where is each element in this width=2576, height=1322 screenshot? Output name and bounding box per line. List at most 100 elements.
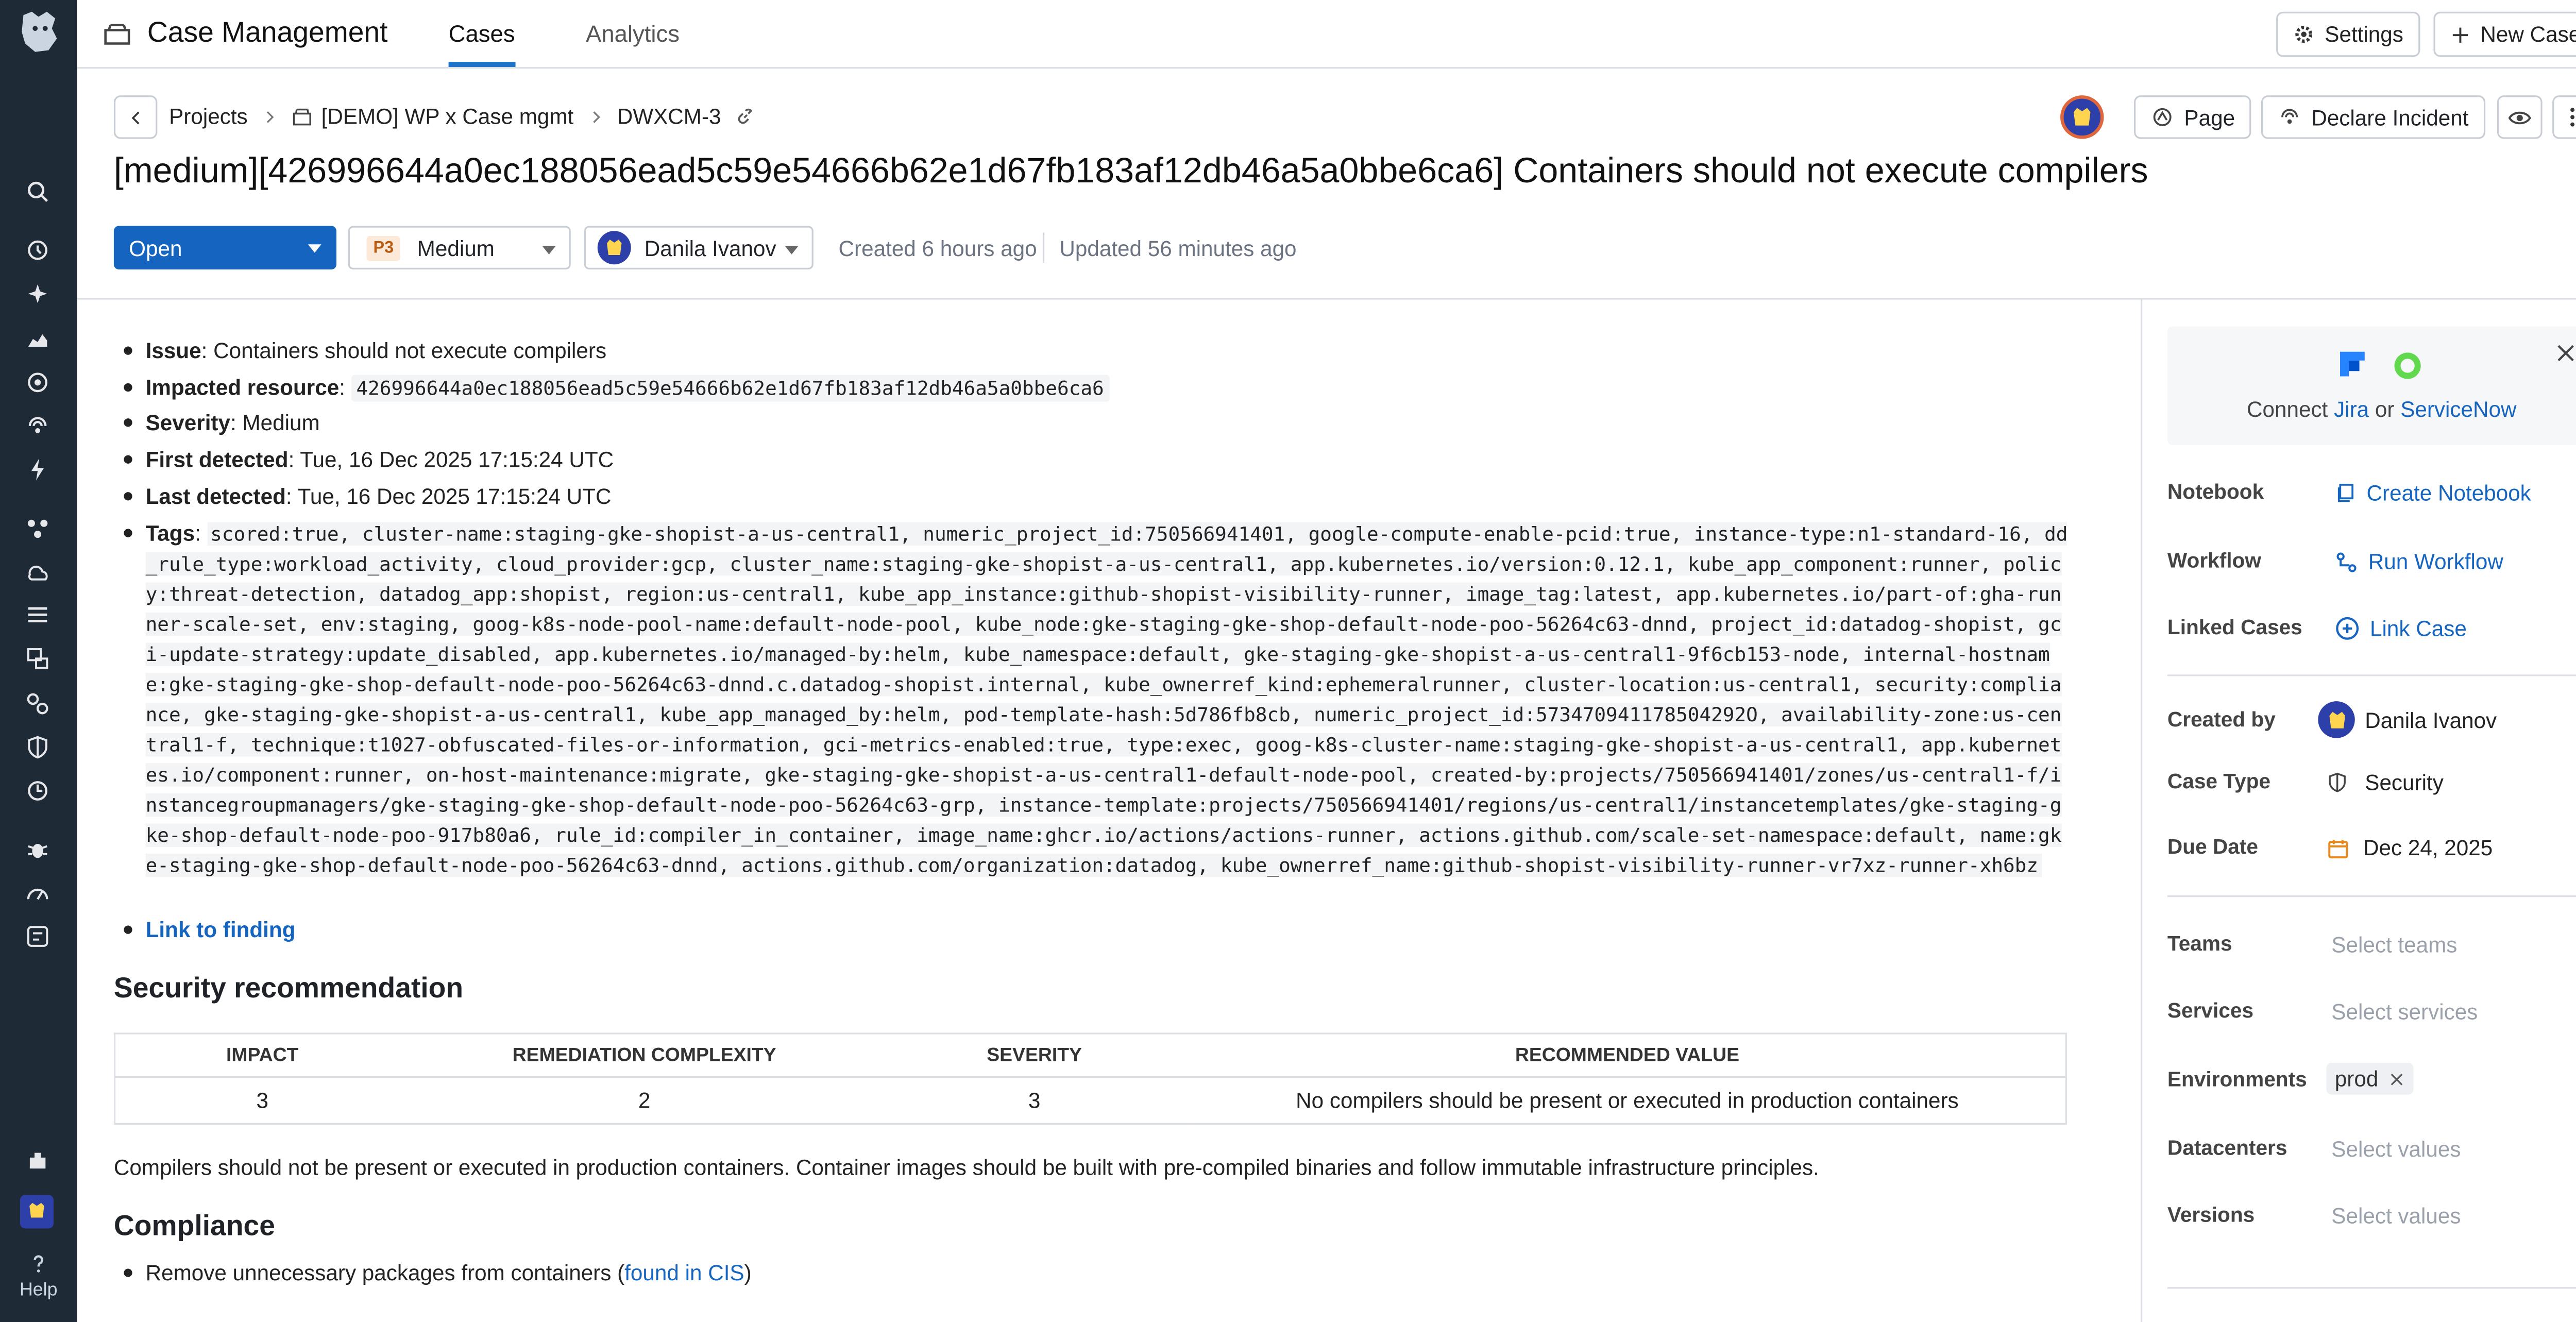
digital-experience-icon[interactable]	[22, 642, 52, 672]
servicenow-link[interactable]: ServiceNow	[2400, 397, 2516, 422]
user-avatar[interactable]	[20, 1195, 54, 1229]
sparkle-icon[interactable]	[22, 278, 52, 308]
link-case-button[interactable]: Link Case	[2335, 616, 2467, 641]
bolt-icon[interactable]	[22, 453, 52, 483]
compliance-close: )	[744, 1260, 752, 1285]
versions-label: Versions	[2167, 1203, 2255, 1227]
table-row: 3 2 3 No compilers should be present or …	[115, 1077, 2066, 1124]
chevron-down-icon	[785, 246, 799, 255]
divider	[1042, 232, 1045, 263]
due-date-value[interactable]: Dec 24, 2025	[2327, 835, 2493, 860]
bullet	[124, 1268, 132, 1277]
chevron-left-icon	[130, 110, 139, 124]
chevron-right-icon	[266, 110, 274, 123]
search-icon[interactable]	[22, 176, 52, 206]
assignee-avatar-header[interactable]	[2060, 95, 2104, 139]
eye-icon	[2508, 111, 2531, 124]
table-cell: 3	[1028, 1088, 1041, 1113]
resource-label: Impacted resource	[145, 375, 340, 400]
infrastructure-icon[interactable]	[22, 512, 52, 542]
help-label: Help	[19, 1280, 58, 1301]
priority-select[interactable]: P3 Medium	[348, 226, 571, 270]
datadog-logo[interactable]	[13, 5, 63, 55]
notebook-label: Notebook	[2167, 480, 2264, 504]
apm-icon[interactable]	[22, 556, 52, 586]
new-case-label: New Case	[2480, 22, 2576, 47]
page-label: Page	[2184, 105, 2235, 130]
chevron-down-icon	[308, 244, 321, 253]
jira-link[interactable]: Jira	[2334, 397, 2369, 422]
incident-icon	[2281, 109, 2298, 124]
history-icon[interactable]	[22, 234, 52, 264]
remove-icon[interactable]	[2388, 1070, 2405, 1087]
page-button[interactable]: Page	[2133, 95, 2252, 139]
breadcrumb-project[interactable]: [DEMO] WP x Case mgmt	[291, 104, 573, 129]
workflow-icon	[2336, 551, 2357, 571]
cis-link[interactable]: found in CIS	[624, 1260, 744, 1285]
app-title: Case Management	[147, 16, 388, 49]
help-button[interactable]: Help	[0, 1252, 77, 1300]
due-date-text: Dec 24, 2025	[2363, 835, 2493, 860]
performance-icon[interactable]	[22, 877, 52, 907]
link-to-finding[interactable]: Link to finding	[146, 917, 296, 942]
first-detected-label: First detected	[145, 447, 289, 472]
case-management-icon	[104, 24, 130, 45]
issue-line: Issue: Containers should not execute com…	[145, 338, 607, 363]
watch-button[interactable]	[2497, 95, 2543, 139]
status-select[interactable]: Open	[113, 226, 336, 270]
rum-icon[interactable]	[22, 775, 52, 805]
compliance-heading: Compliance	[113, 1210, 275, 1242]
link-icon[interactable]	[735, 106, 756, 127]
logs-icon[interactable]	[22, 599, 52, 629]
compliance-item: Remove unnecessary packages from contain…	[146, 1260, 752, 1285]
severity-value: Medium	[242, 410, 320, 435]
assignee-select[interactable]: Danila Ivanov	[584, 226, 814, 270]
run-workflow-button[interactable]: Run Workflow	[2335, 549, 2503, 574]
teams-select[interactable]: Select teams	[2331, 932, 2457, 957]
monitors-icon[interactable]	[22, 366, 52, 396]
close-icon[interactable]	[2554, 342, 2576, 365]
page-title: [medium][426996644a0ec188056ead5c59e5466…	[113, 152, 2148, 191]
create-notebook-button[interactable]: Create Notebook	[2335, 480, 2531, 505]
resource-value: 426996644a0ec188056ead5c59e54666b62e1d67…	[351, 375, 1109, 402]
environments-select[interactable]: prod	[2326, 1062, 2414, 1095]
dashboards-icon[interactable]	[22, 323, 52, 353]
tags-value: scored:true, cluster-name:staging-gke-sh…	[145, 522, 2068, 877]
divider	[2167, 674, 2576, 676]
page-icon	[2153, 108, 2172, 126]
chevron-right-icon	[592, 110, 600, 123]
tab-cases[interactable]: Cases	[448, 20, 515, 67]
security-icon[interactable]	[22, 410, 52, 440]
security-shield-icon[interactable]	[22, 732, 52, 761]
column-header: IMPACT	[114, 1033, 410, 1078]
workflow-icon[interactable]	[22, 921, 52, 951]
declare-incident-button[interactable]: Declare Incident	[2261, 95, 2486, 139]
bullet	[124, 346, 132, 355]
bullet	[124, 455, 132, 464]
settings-button[interactable]: Settings	[2276, 11, 2420, 57]
creator-avatar	[2318, 701, 2355, 738]
back-button[interactable]	[113, 95, 158, 139]
resource-line: Impacted resource: 426996644a0ec188056ea…	[145, 375, 1109, 402]
tab-analytics[interactable]: Analytics	[586, 20, 680, 47]
more-options-button[interactable]	[2552, 95, 2576, 139]
more-vertical-icon	[2570, 108, 2575, 127]
settings-label: Settings	[2325, 22, 2403, 47]
integrations-icon[interactable]	[22, 688, 52, 718]
extensions-icon[interactable]	[22, 1145, 52, 1175]
breadcrumb-projects[interactable]: Projects	[169, 104, 248, 129]
datacenters-select[interactable]: Select values	[2331, 1137, 2461, 1162]
plus-icon	[2452, 26, 2468, 42]
versions-select[interactable]: Select values	[2331, 1204, 2461, 1229]
top-bar: Case Management Cases Analytics Settings…	[77, 0, 2576, 69]
env-chip: prod	[2326, 1062, 2414, 1095]
creator-name: Danila Ivanov	[2365, 707, 2497, 733]
recommendation-table: IMPACT REMEDIATION COMPLEXITY SEVERITY R…	[113, 1032, 2067, 1125]
create-notebook-label: Create Notebook	[2366, 480, 2531, 506]
bullet	[124, 529, 132, 537]
services-select[interactable]: Select services	[2331, 999, 2478, 1024]
new-case-button[interactable]: New Case	[2433, 11, 2576, 57]
linked-cases-label: Linked Cases	[2167, 616, 2302, 639]
bug-icon[interactable]	[22, 834, 52, 863]
calendar-icon	[2328, 839, 2348, 858]
